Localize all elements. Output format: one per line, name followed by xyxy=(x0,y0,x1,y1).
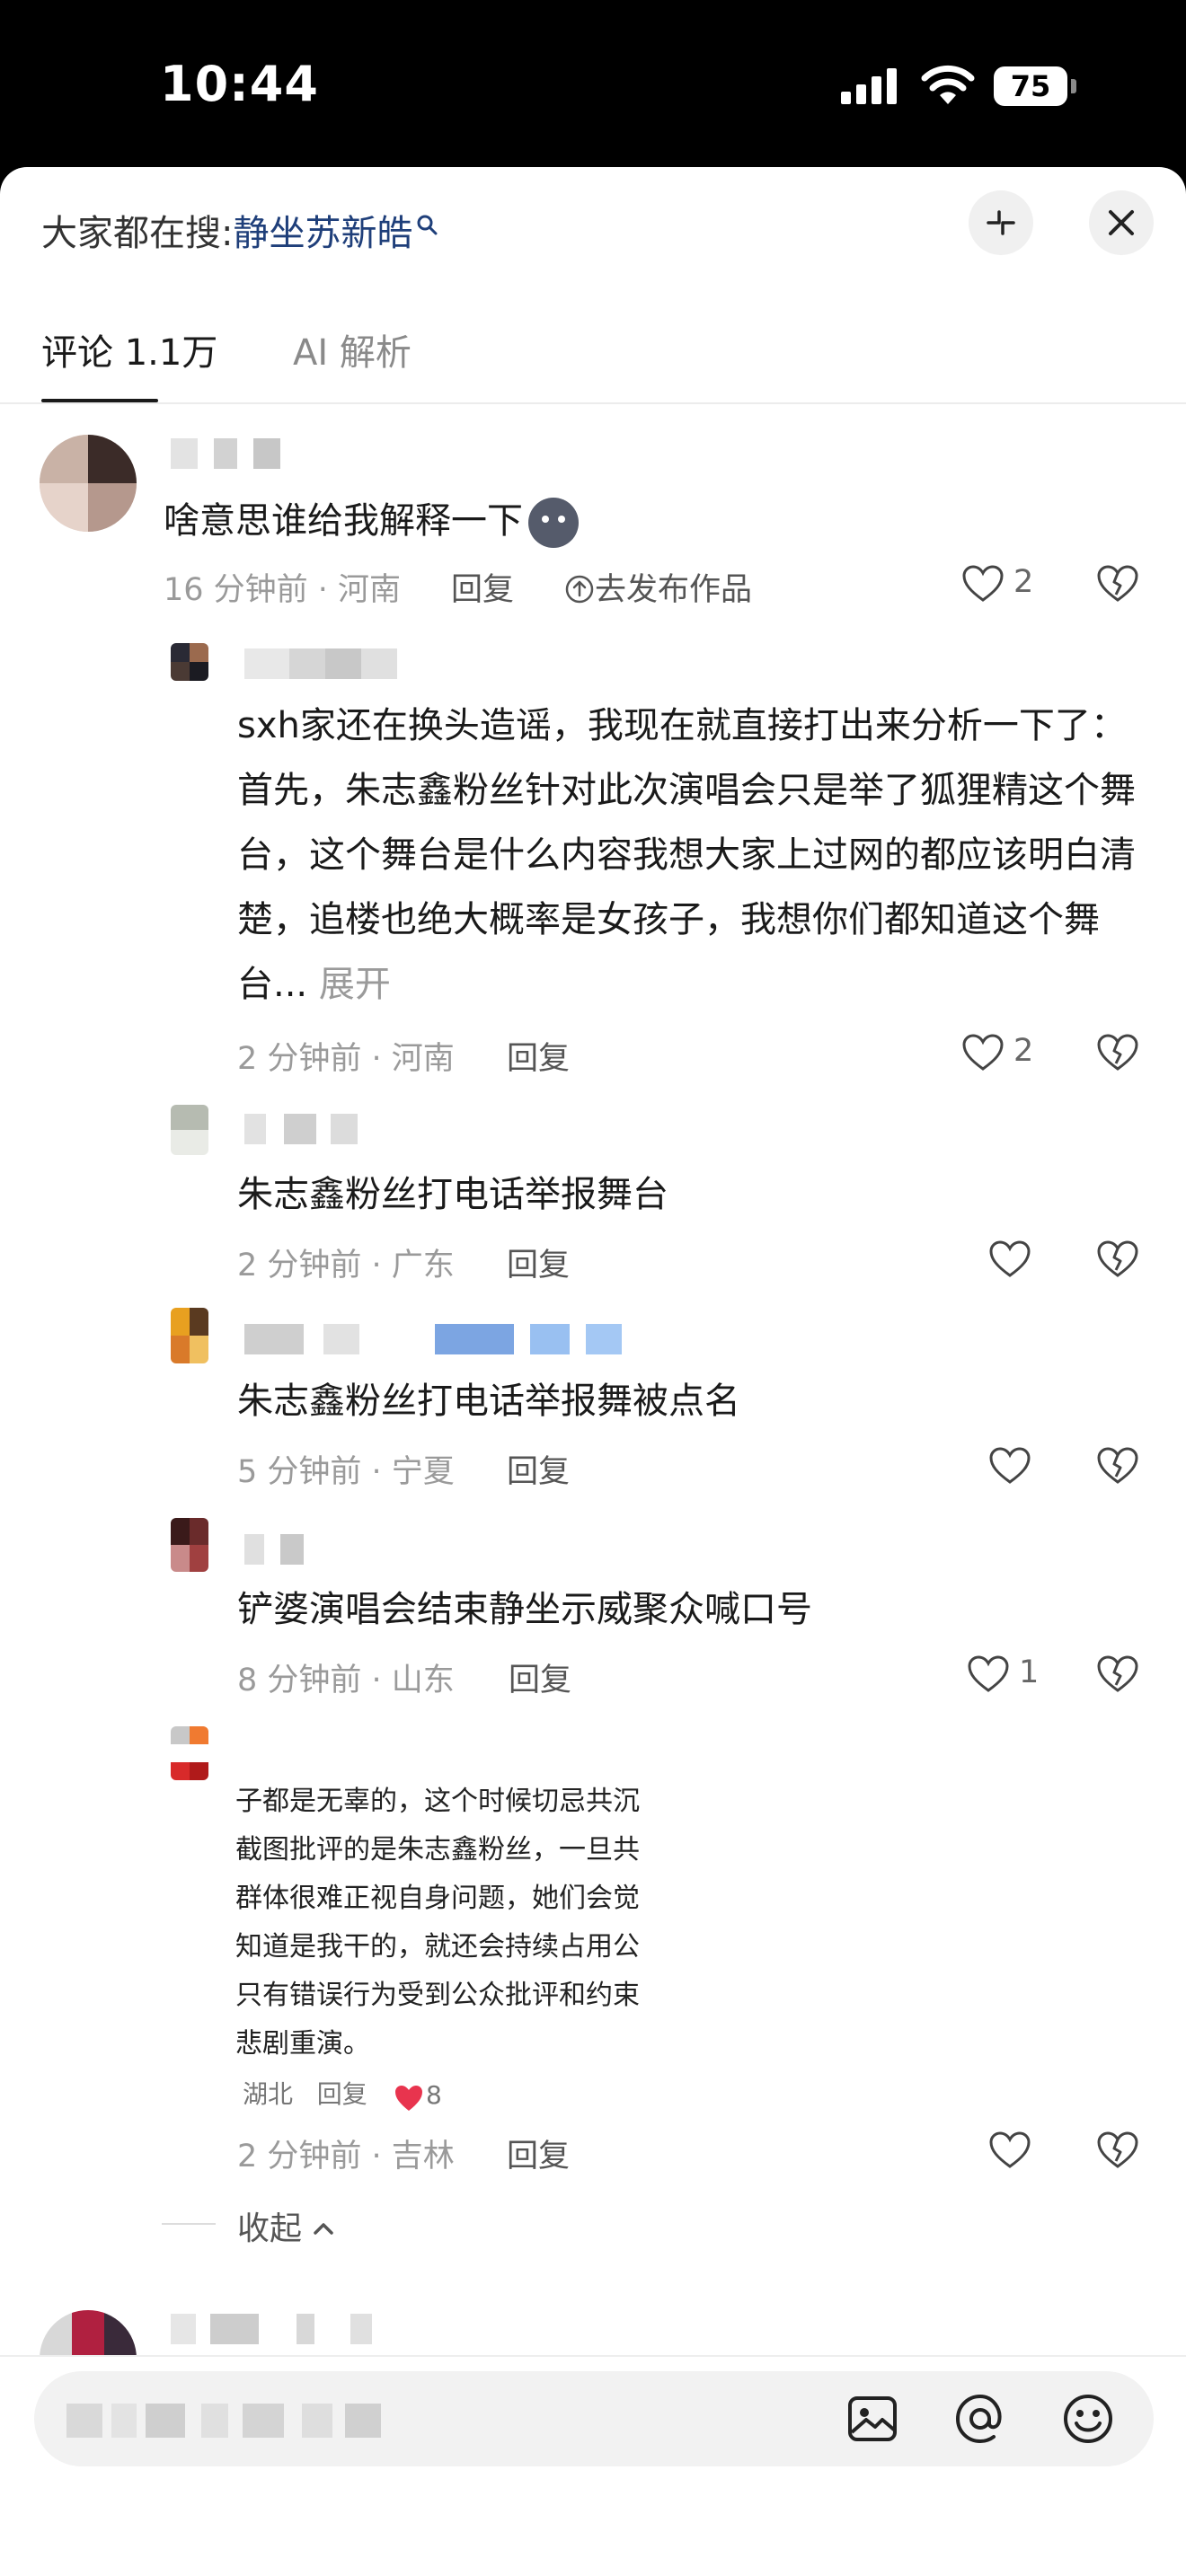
image-text-line: 群体很难正视自身问题，她们会觉 xyxy=(235,1883,640,1914)
chevron-up-icon xyxy=(314,2223,334,2235)
image-icon[interactable] xyxy=(845,2391,900,2447)
search-prefix: 大家都在搜: xyxy=(41,213,234,254)
comment-time-location: 2 分钟前 · 河南 xyxy=(237,1041,455,1077)
active-tab-indicator xyxy=(41,399,158,402)
broken-heart-icon[interactable] xyxy=(1096,2130,1139,2170)
emoji-face xyxy=(528,498,579,548)
avatar[interactable] xyxy=(171,1308,208,1363)
cellular-signal-icon xyxy=(841,68,897,104)
comment-text: 铲婆演唱会结束静坐示威聚众喊口号 xyxy=(237,1589,812,1630)
collapse-divider xyxy=(162,2223,216,2225)
comment-image[interactable]: 子都是无辜的，这个时候切忌共沉 截图批评的是朱志鑫粉丝，一旦共 群体很难正视自身… xyxy=(235,1778,692,2120)
reply-button[interactable]: 回复 xyxy=(507,1239,570,1285)
heart-outline-icon[interactable] xyxy=(988,1446,1031,1486)
search-icon xyxy=(417,215,438,235)
username-blurred[interactable] xyxy=(171,2314,386,2344)
reply-button[interactable]: 回复 xyxy=(507,1446,570,1492)
image-text-line: 知道是我干的，就还会持续占用公 xyxy=(235,1931,640,1963)
search-suggestion[interactable]: 大家都在搜:静坐苏新皓 xyxy=(41,207,439,260)
image-text-line: 截图批评的是朱志鑫粉丝，一旦共 xyxy=(235,1834,640,1866)
tab-comments[interactable]: 评论 1.1万 xyxy=(41,323,217,375)
minimize-button[interactable] xyxy=(969,190,1033,255)
username-blurred[interactable] xyxy=(244,1114,388,1144)
comment-text: sxh家还在换头造谣，我现在就直接打出来分析一下了：首先，朱志鑫粉丝针对此次演唱… xyxy=(237,705,1136,1005)
publish-work-button[interactable]: 去发布作品 xyxy=(564,564,752,610)
reply-button[interactable]: 回复 xyxy=(507,1033,570,1079)
tab-ai-analysis[interactable]: AI 解析 xyxy=(293,323,412,375)
image-text-line: 只有错误行为受到公众批评和约束 xyxy=(235,1980,640,2011)
broken-heart-icon[interactable] xyxy=(1096,1033,1139,1072)
comment-text: 朱志鑫粉丝打电话举报舞被点名 xyxy=(237,1381,740,1422)
expand-button[interactable]: 展开 xyxy=(319,964,391,1005)
comment-text: 啥意思谁给我解释一下 xyxy=(164,489,972,553)
reply-button[interactable]: 回复 xyxy=(509,1654,571,1700)
heart-filled-icon xyxy=(395,2086,422,2111)
avatar[interactable] xyxy=(171,1105,208,1155)
minimize-icon xyxy=(987,210,1015,235)
upload-icon xyxy=(565,575,594,604)
input-placeholder-blurred xyxy=(66,2404,390,2438)
username-blurred[interactable] xyxy=(244,1534,316,1565)
close-button[interactable] xyxy=(1089,190,1154,255)
like-count: 1 xyxy=(1019,1654,1040,1690)
collapse-replies-button[interactable]: 收起 xyxy=(237,2202,335,2249)
broken-heart-icon[interactable] xyxy=(1096,564,1139,604)
username-blurred[interactable] xyxy=(244,1324,640,1354)
tabs-divider xyxy=(0,402,1186,404)
image-text-line: 子都是无辜的，这个时候切忌共沉 xyxy=(235,1786,640,1817)
search-keyword[interactable]: 静坐苏新皓 xyxy=(233,213,412,254)
at-icon[interactable] xyxy=(952,2391,1008,2447)
status-bar: 10:44 75 xyxy=(0,0,1186,167)
avatar[interactable] xyxy=(171,1518,208,1572)
comment-time-location: 16 分钟前 · 河南 xyxy=(164,572,402,608)
comment-time-location: 8 分钟前 · 山东 xyxy=(237,1663,455,1698)
avatar[interactable] xyxy=(40,435,137,532)
status-time: 10:44 xyxy=(160,56,319,112)
heart-outline-icon[interactable] xyxy=(961,1033,1005,1072)
avatar[interactable] xyxy=(171,643,208,681)
image-like-count: 8 xyxy=(426,2080,442,2110)
broken-heart-icon[interactable] xyxy=(1096,1654,1139,1694)
image-text-line: 悲剧重演。 xyxy=(235,2028,370,2060)
heart-outline-icon[interactable] xyxy=(967,1654,1010,1694)
username-blurred[interactable] xyxy=(244,648,424,679)
close-icon xyxy=(1109,210,1134,235)
broken-heart-icon[interactable] xyxy=(1096,1446,1139,1486)
battery-level: 75 xyxy=(1010,69,1051,103)
heart-outline-icon[interactable] xyxy=(988,1239,1031,1279)
heart-outline-icon[interactable] xyxy=(988,2130,1031,2170)
comment-text: 朱志鑫粉丝打电话举报舞台 xyxy=(237,1174,668,1215)
heart-outline-icon[interactable] xyxy=(961,564,1005,604)
comment-time-location: 2 分钟前 · 吉林 xyxy=(237,2139,455,2175)
avatar[interactable] xyxy=(171,1726,208,1780)
emoji-icon[interactable] xyxy=(1060,2391,1116,2447)
wifi-icon xyxy=(921,65,975,104)
reply-button[interactable]: 回复 xyxy=(507,2130,570,2176)
battery-indicator: 75 xyxy=(994,66,1076,106)
comment-time-location: 2 分钟前 · 广东 xyxy=(237,1248,455,1284)
username-blurred[interactable] xyxy=(171,438,288,469)
like-count: 2 xyxy=(1013,564,1034,600)
broken-heart-icon[interactable] xyxy=(1096,1239,1139,1279)
like-count: 2 xyxy=(1013,1033,1034,1069)
comment-time-location: 5 分钟前 · 宁夏 xyxy=(237,1454,455,1490)
reply-button[interactable]: 回复 xyxy=(451,564,514,610)
image-meta: 湖北 回复 xyxy=(243,2079,367,2109)
